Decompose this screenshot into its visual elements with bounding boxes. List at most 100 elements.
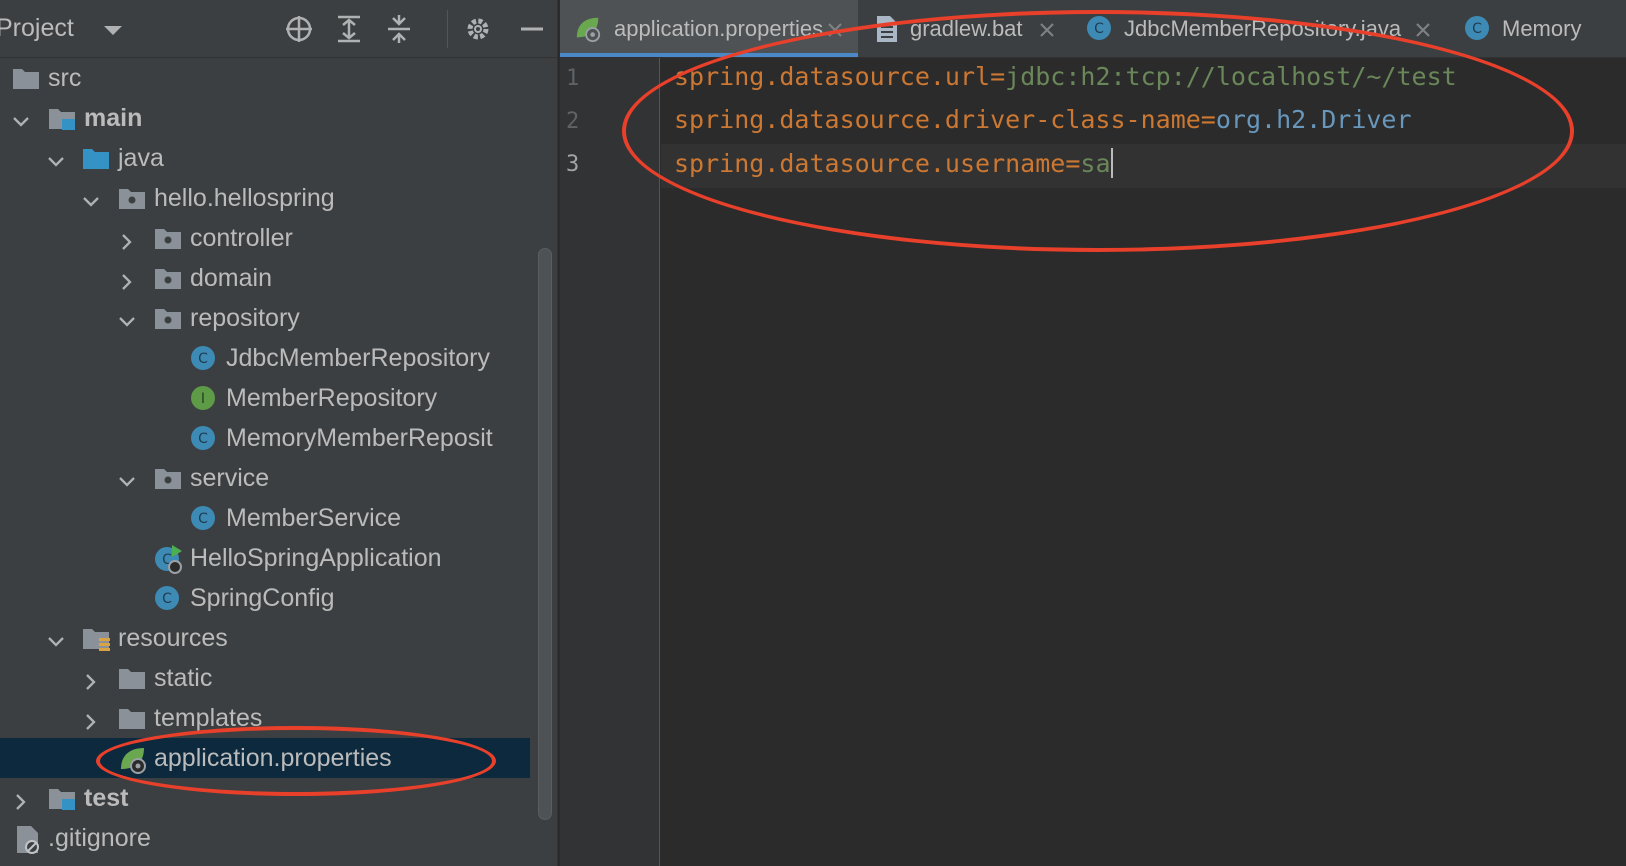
tree-item-label: SpringConfig xyxy=(190,584,335,612)
project-scrollbar-thumb[interactable] xyxy=(538,248,552,820)
tree-item-label: controller xyxy=(190,224,293,252)
project-view-title[interactable]: Project xyxy=(0,14,74,43)
chevron-down-icon[interactable] xyxy=(47,149,65,167)
tree-item-templates[interactable]: templates xyxy=(0,698,530,738)
minimize-icon[interactable] xyxy=(516,13,548,45)
chevron-down-icon[interactable] xyxy=(118,469,136,487)
svg-text:C: C xyxy=(198,431,208,447)
chevron-down-icon[interactable] xyxy=(118,309,136,327)
expand-all-icon[interactable] xyxy=(333,13,365,45)
tree-item-gitignore[interactable]: .gitignore xyxy=(0,818,530,858)
chevron-right-icon[interactable] xyxy=(82,709,100,730)
property-value: org.h2.Driver xyxy=(1215,105,1412,134)
folder-icon xyxy=(118,705,146,731)
ignore-file-icon xyxy=(14,825,42,854)
class-icon: C xyxy=(1086,15,1114,43)
svg-text:I: I xyxy=(201,391,205,407)
tree-item-memorymemberrepository[interactable]: C MemoryMemberReposit xyxy=(0,418,530,458)
tree-item-application-properties[interactable]: application.properties xyxy=(0,738,530,778)
interface-icon: I xyxy=(190,385,218,411)
property-value: jdbc:h2:tcp://localhost/~/test xyxy=(1005,62,1457,91)
tab-gradlew-bat[interactable]: gradlew.bat xyxy=(860,0,1072,57)
class-icon: C xyxy=(154,585,182,611)
tree-item-test[interactable]: test xyxy=(0,778,530,818)
code-line-2[interactable]: spring.datasource.driver-class-name=org.… xyxy=(674,105,1412,134)
tree-item-hellospringapplication[interactable]: C HelloSpringApplication xyxy=(0,538,530,578)
chevron-right-icon[interactable] xyxy=(82,669,100,690)
line-number: 1 xyxy=(566,66,580,91)
tree-item-controller[interactable]: controller xyxy=(0,218,530,258)
svg-text:C: C xyxy=(1472,21,1482,37)
tree-item-label: hello.hellospring xyxy=(154,184,335,212)
tree-item-label: resources xyxy=(118,624,228,652)
chevron-down-icon[interactable] xyxy=(104,26,122,35)
tab-label: Memory xyxy=(1502,16,1582,41)
gear-icon[interactable] xyxy=(462,13,494,45)
tree-item-springconfig[interactable]: C SpringConfig xyxy=(0,578,530,618)
tree-item-java[interactable]: java xyxy=(0,138,530,178)
tree-item-label: application.properties xyxy=(154,744,392,772)
tree-item-label: MemberRepository xyxy=(226,384,438,412)
chevron-down-icon[interactable] xyxy=(47,629,65,647)
tree-item-label: JdbcMemberRepository xyxy=(226,344,490,372)
svg-text:C: C xyxy=(1094,21,1104,37)
close-icon[interactable] xyxy=(826,19,844,37)
code-line-1[interactable]: spring.datasource.url=jdbc:h2:tcp://loca… xyxy=(674,62,1457,91)
resources-folder-icon xyxy=(82,625,110,651)
project-tree: src main java hello.hellospring controll… xyxy=(0,58,530,866)
tree-item-static[interactable]: static xyxy=(0,658,530,698)
chevron-right-icon[interactable] xyxy=(12,789,30,810)
crosshair-icon[interactable] xyxy=(283,13,315,45)
chevron-down-icon[interactable] xyxy=(12,109,30,127)
tree-item-label: src xyxy=(48,64,82,92)
tree-item-label: static xyxy=(154,664,213,692)
code-line-3[interactable]: spring.datasource.username=sa xyxy=(674,148,1113,178)
line-number-gutter: 1 2 3 xyxy=(560,58,660,866)
tree-item-label: HelloSpringApplication xyxy=(190,544,442,572)
text-file-icon xyxy=(874,15,902,43)
chevron-down-icon[interactable] xyxy=(82,189,100,207)
class-icon: C xyxy=(190,345,218,371)
line-number: 3 xyxy=(566,152,580,177)
spring-properties-icon xyxy=(118,745,146,774)
tree-item-service[interactable]: service xyxy=(0,458,530,498)
tree-item-memberrepository[interactable]: I MemberRepository xyxy=(0,378,530,418)
tree-item-repository[interactable]: repository xyxy=(0,298,530,338)
tree-item-jdbcmemberrepository[interactable]: C JdbcMemberRepository xyxy=(0,338,530,378)
tree-item-label: service xyxy=(190,464,270,492)
package-icon xyxy=(154,265,182,291)
tree-item-label: repository xyxy=(190,304,300,332)
tree-item-resources[interactable]: resources xyxy=(0,618,530,658)
tab-label: JdbcMemberRepository.java xyxy=(1124,16,1402,41)
editor-tab-bar: application.properties gradlew.bat C Jdb… xyxy=(560,0,1626,58)
project-panel: Project src main java hello.hellospring … xyxy=(0,0,558,866)
tree-item-domain[interactable]: domain xyxy=(0,258,530,298)
tree-item-hello-hellospring[interactable]: hello.hellospring xyxy=(0,178,530,218)
close-icon[interactable] xyxy=(1414,19,1432,37)
chevron-right-icon[interactable] xyxy=(118,229,136,250)
module-folder-icon xyxy=(48,105,76,131)
svg-text:C: C xyxy=(198,511,208,527)
tab-application-properties[interactable]: application.properties xyxy=(560,0,858,57)
tree-item-label: java xyxy=(118,144,164,172)
package-icon xyxy=(118,185,146,211)
package-icon xyxy=(154,305,182,331)
module-folder-icon xyxy=(48,785,76,811)
chevron-right-icon[interactable] xyxy=(118,269,136,290)
property-separator: = xyxy=(1065,149,1081,178)
tab-jdbcmemberrepository-java[interactable]: C JdbcMemberRepository.java xyxy=(1074,0,1450,57)
class-icon: C xyxy=(190,425,218,451)
tab-memory[interactable]: C Memory xyxy=(1452,0,1626,57)
tab-label: gradlew.bat xyxy=(910,16,1023,41)
text-caret xyxy=(1110,148,1113,178)
source-folder-icon xyxy=(82,145,110,171)
code-editor[interactable]: 1 2 3 spring.datasource.url=jdbc:h2:tcp:… xyxy=(560,58,1626,866)
tree-item-main[interactable]: main xyxy=(0,98,530,138)
property-key: spring.datasource.url xyxy=(674,62,991,91)
line-number: 2 xyxy=(566,109,580,134)
spring-properties-icon xyxy=(574,15,602,43)
close-icon[interactable] xyxy=(1038,19,1056,37)
collapse-all-icon[interactable] xyxy=(383,13,415,45)
tree-item-memberservice[interactable]: C MemberService xyxy=(0,498,530,538)
tree-item-src[interactable]: src xyxy=(0,58,530,98)
